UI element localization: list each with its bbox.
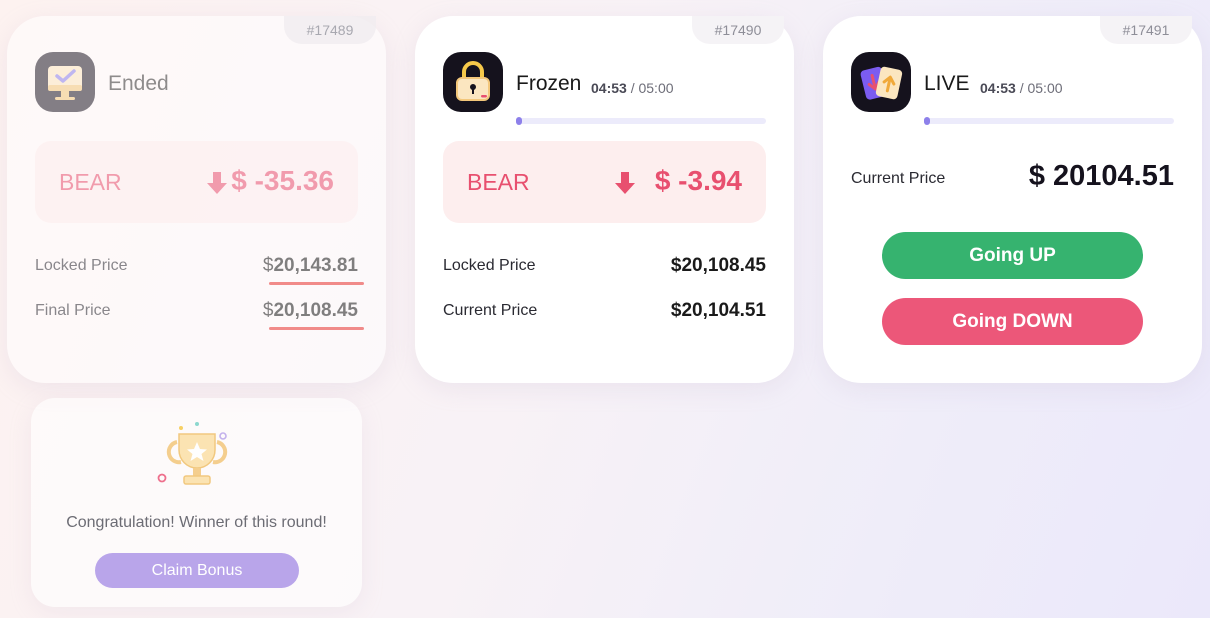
timer-total: / 05:00: [1019, 80, 1063, 96]
progress-fill: [924, 117, 930, 125]
round-id: #17491: [1100, 16, 1192, 44]
currency-symbol: $: [262, 255, 274, 276]
round-status: Ended: [108, 72, 169, 95]
bear-result-box: BEAR $ -35.36: [35, 141, 358, 223]
bear-result-box: BEAR $ -3.94: [443, 141, 766, 223]
round-card-frozen: #17490 Frozen 04:53 / 05:00 BEAR $ -3.94…: [415, 16, 794, 383]
final-price-amount: 20,108.45: [273, 300, 358, 321]
padlock-icon: [443, 52, 503, 112]
round-card-live: #17491 LIVE 04:53 / 05:00 Current Price …: [823, 16, 1202, 383]
round-id: #17489: [284, 16, 376, 44]
round-id: #17490: [692, 16, 784, 44]
cards-up-down-icon: [851, 52, 911, 112]
timer-total: / 05:00: [630, 80, 674, 96]
position-label: BEAR: [467, 169, 530, 195]
current-price-label: Current Price: [851, 170, 946, 187]
position-label: BEAR: [59, 169, 122, 195]
round-status: Frozen: [516, 72, 582, 95]
locked-price-amount: 20,143.81: [273, 255, 358, 276]
arrow-down-icon: [206, 171, 228, 195]
current-price-value: $ 20104.51: [1028, 160, 1174, 192]
timer-elapsed: 04:53: [591, 80, 627, 96]
round-status: LIVE: [924, 72, 970, 95]
locked-price-value: $20,108.45: [670, 255, 766, 276]
price-change: $ -3.94: [654, 165, 742, 196]
going-up-button[interactable]: Going UP: [882, 232, 1143, 279]
locked-price-label: Locked Price: [443, 257, 536, 274]
current-price-label: Current Price: [443, 302, 538, 319]
winner-bonus-card: Congratulation! Winner of this round! Cl…: [31, 398, 362, 607]
progress-fill: [516, 117, 522, 125]
final-price-value: $20,108.45: [262, 300, 365, 330]
currency-symbol: $: [262, 300, 274, 321]
final-price-label: Final Price: [35, 302, 111, 319]
arrow-down-icon: [614, 171, 636, 195]
round-progress-bar: [516, 117, 766, 125]
monitor-check-icon: [35, 52, 95, 112]
round-timer: 04:53 / 05:00: [980, 80, 1063, 96]
timer-elapsed: 04:53: [980, 80, 1016, 96]
trophy-icon: [157, 420, 237, 496]
locked-price-label: Locked Price: [35, 257, 128, 274]
locked-price-value: $20,143.81: [262, 255, 365, 285]
current-price-value: $20,104.51: [670, 300, 766, 321]
round-progress-bar: [924, 117, 1174, 125]
price-change: $ -35.36: [231, 165, 334, 196]
round-timer: 04:53 / 05:00: [591, 80, 674, 96]
claim-bonus-button[interactable]: Claim Bonus: [95, 553, 299, 588]
round-card-ended: #17489 Ended BEAR $ -35.36 Locked Price …: [7, 16, 386, 383]
going-down-button[interactable]: Going DOWN: [882, 298, 1143, 345]
winner-message: Congratulation! Winner of this round!: [66, 514, 327, 531]
